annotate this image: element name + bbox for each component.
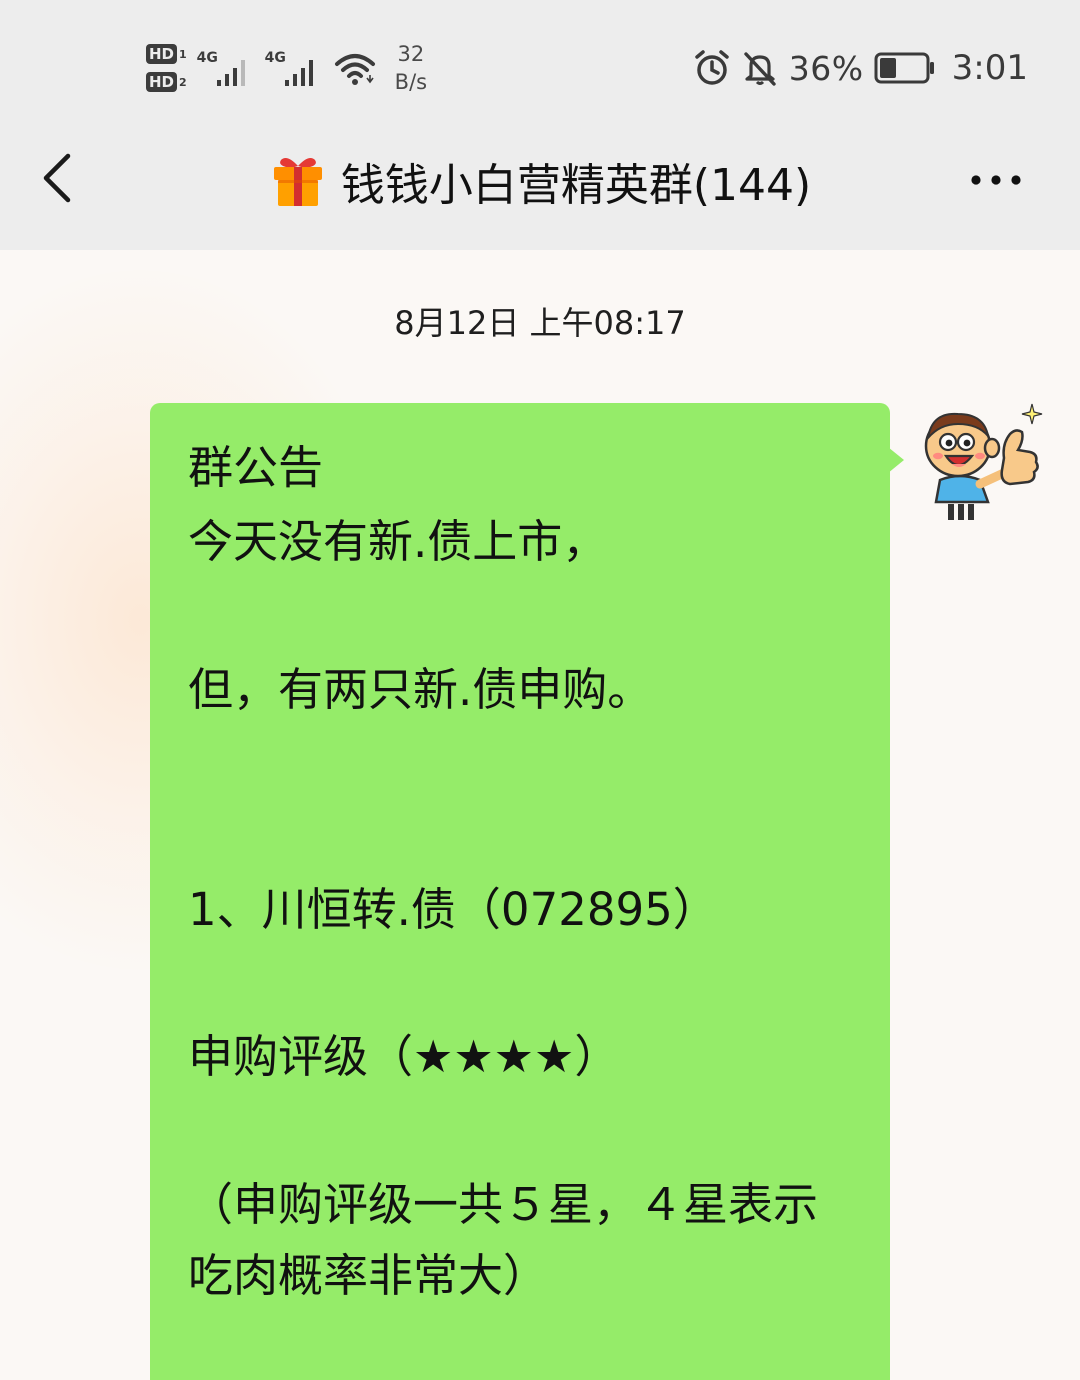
network-speed-unit: B/s <box>394 70 428 94</box>
message-line-3: 但，有两只新.债申购。 <box>188 663 653 716</box>
chat-title-text: 钱钱小白营精英群(144) <box>340 160 812 211</box>
wifi-icon <box>334 54 375 85</box>
battery-percent: 36% <box>788 48 864 88</box>
sim-2-index: 2 <box>179 75 187 89</box>
status-bar-right: 36% 3:01 <box>693 44 1028 92</box>
message-line-5: 申购评级（★★★★） <box>188 1030 620 1083</box>
signal-bars-2-icon <box>284 60 313 86</box>
message-line-2: 今天没有新.债上市， <box>188 515 608 568</box>
network-speed-value: 32 <box>397 42 425 66</box>
message-bubble[interactable]: 群公告 今天没有新.债上市， 但，有两只新.债申购。 1、川恒转.债（07289… <box>150 403 890 1380</box>
network-speed: 32 B/s <box>395 40 427 96</box>
gift-box-icon <box>273 158 322 206</box>
battery-fill <box>879 58 896 78</box>
chat-title: 钱钱小白营精英群(144) <box>200 144 880 218</box>
back-button[interactable] <box>30 150 90 210</box>
clock-time: 3:01 <box>951 48 1028 88</box>
cartoon-thumbs-up-avatar-icon <box>924 403 1043 520</box>
more-options-button[interactable] <box>968 162 1024 198</box>
message-line-7: 吃肉概率非常大） <box>188 1249 549 1302</box>
mute-icon <box>744 52 776 86</box>
back-chevron-icon <box>43 153 71 203</box>
signal-1-icon: 4G <box>197 48 255 88</box>
status-bar: HD 1 HD 2 4G 4G 32 B/s 36% 3:01 <box>0 0 1080 130</box>
message-line-6: （申购评级一共５星，４星表示 <box>188 1178 819 1231</box>
battery-icon <box>874 52 934 84</box>
sim-1-hd-icon: HD <box>146 44 178 64</box>
chat-message-area[interactable]: 8月12日 上午08:17 群公告 今天没有新.债上市， 但，有两只新.债申购。… <box>0 250 1080 1380</box>
message-line-4: 1、川恒转.债（072895） <box>188 883 718 936</box>
sim-1-indicator: HD 1 <box>146 44 187 64</box>
sim-2-indicator: HD 2 <box>146 72 187 92</box>
alarm-icon <box>695 50 729 85</box>
message-line-1: 群公告 <box>188 441 324 494</box>
sender-avatar[interactable] <box>918 402 1048 527</box>
sim-2-hd-icon: HD <box>146 72 178 92</box>
status-bar-left: HD 1 HD 2 4G 4G 32 B/s <box>146 36 427 100</box>
signal-2-icon: 4G <box>265 48 323 88</box>
chat-header: 钱钱小白营精英群(144) <box>0 130 1080 250</box>
sim-1-index: 1 <box>179 47 187 61</box>
sim-indicators: HD 1 HD 2 <box>146 44 187 92</box>
message-timestamp: 8月12日 上午08:17 <box>394 304 686 342</box>
message-bubble-tail <box>888 447 904 473</box>
more-dots-icon <box>971 175 1021 185</box>
signal-bars-1-icon <box>216 60 245 86</box>
